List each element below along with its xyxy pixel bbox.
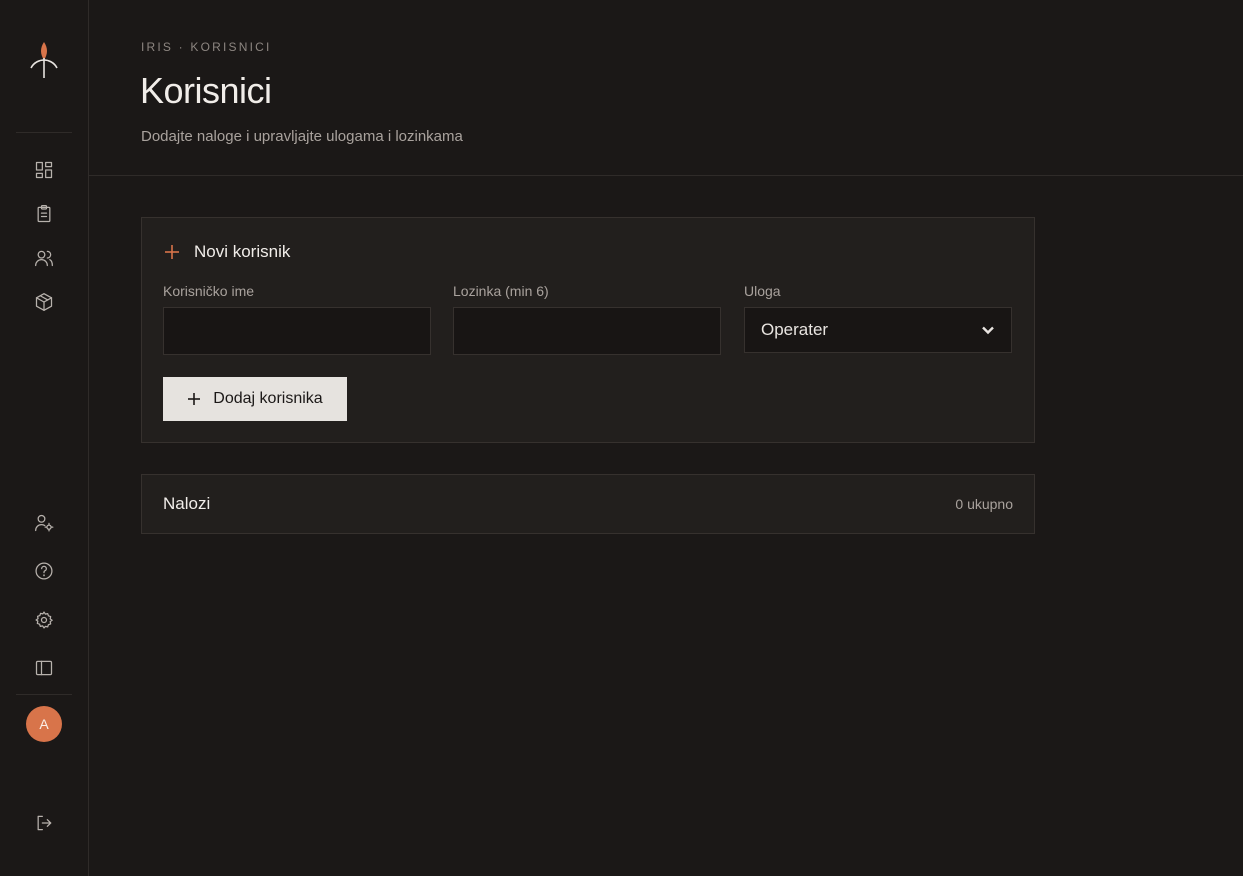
accounts-count: 0 ukupno [955, 496, 1013, 512]
gear-icon[interactable] [32, 608, 56, 632]
role-label: Uloga [744, 283, 781, 299]
help-icon[interactable] [32, 559, 56, 583]
avatar[interactable]: A [26, 706, 62, 742]
plus-icon [164, 244, 180, 260]
username-label: Korisničko ime [163, 283, 255, 299]
add-user-button[interactable]: Dodaj korisnika [163, 377, 347, 421]
new-user-card: Novi korisnik Korisničko ime Lozinka (mi… [141, 217, 1035, 443]
breadcrumb: IRIS · KORISNICI [141, 40, 272, 54]
role-field-group: Uloga Operater [744, 283, 1012, 353]
username-field-group: Korisničko ime [163, 283, 431, 355]
username-input[interactable] [163, 307, 431, 355]
logout-icon[interactable] [32, 811, 56, 835]
dashboard-icon[interactable] [32, 158, 56, 182]
chevron-down-icon [982, 326, 994, 335]
accounts-card: Nalozi 0 ukupno [141, 474, 1035, 534]
password-field-group: Lozinka (min 6) [453, 283, 721, 355]
users-icon[interactable] [32, 246, 56, 270]
page-title: Korisnici [140, 70, 272, 111]
page-header: IRIS · KORISNICI Korisnici Dodajte nalog… [89, 0, 1243, 176]
logo-icon[interactable] [28, 40, 60, 80]
panel-toggle-icon[interactable] [32, 656, 56, 680]
user-settings-icon[interactable] [32, 511, 56, 535]
role-select-value: Operater [761, 320, 829, 339]
clipboard-icon[interactable] [32, 202, 56, 226]
password-label: Lozinka (min 6) [453, 283, 549, 299]
plus-icon [188, 393, 201, 405]
accounts-title: Nalozi [163, 494, 211, 513]
add-user-button-label: Dodaj korisnika [213, 390, 323, 407]
package-icon[interactable] [32, 290, 56, 314]
new-user-title: Novi korisnik [194, 242, 291, 261]
role-select[interactable]: Operater [744, 307, 1012, 353]
sidebar-divider [16, 132, 72, 133]
new-user-header: Novi korisnik [164, 242, 290, 262]
sidebar: A [0, 0, 89, 876]
sidebar-divider [16, 694, 72, 695]
page-subtitle: Dodajte naloge i upravljajte ulogama i l… [141, 128, 463, 145]
password-input[interactable] [453, 307, 721, 355]
